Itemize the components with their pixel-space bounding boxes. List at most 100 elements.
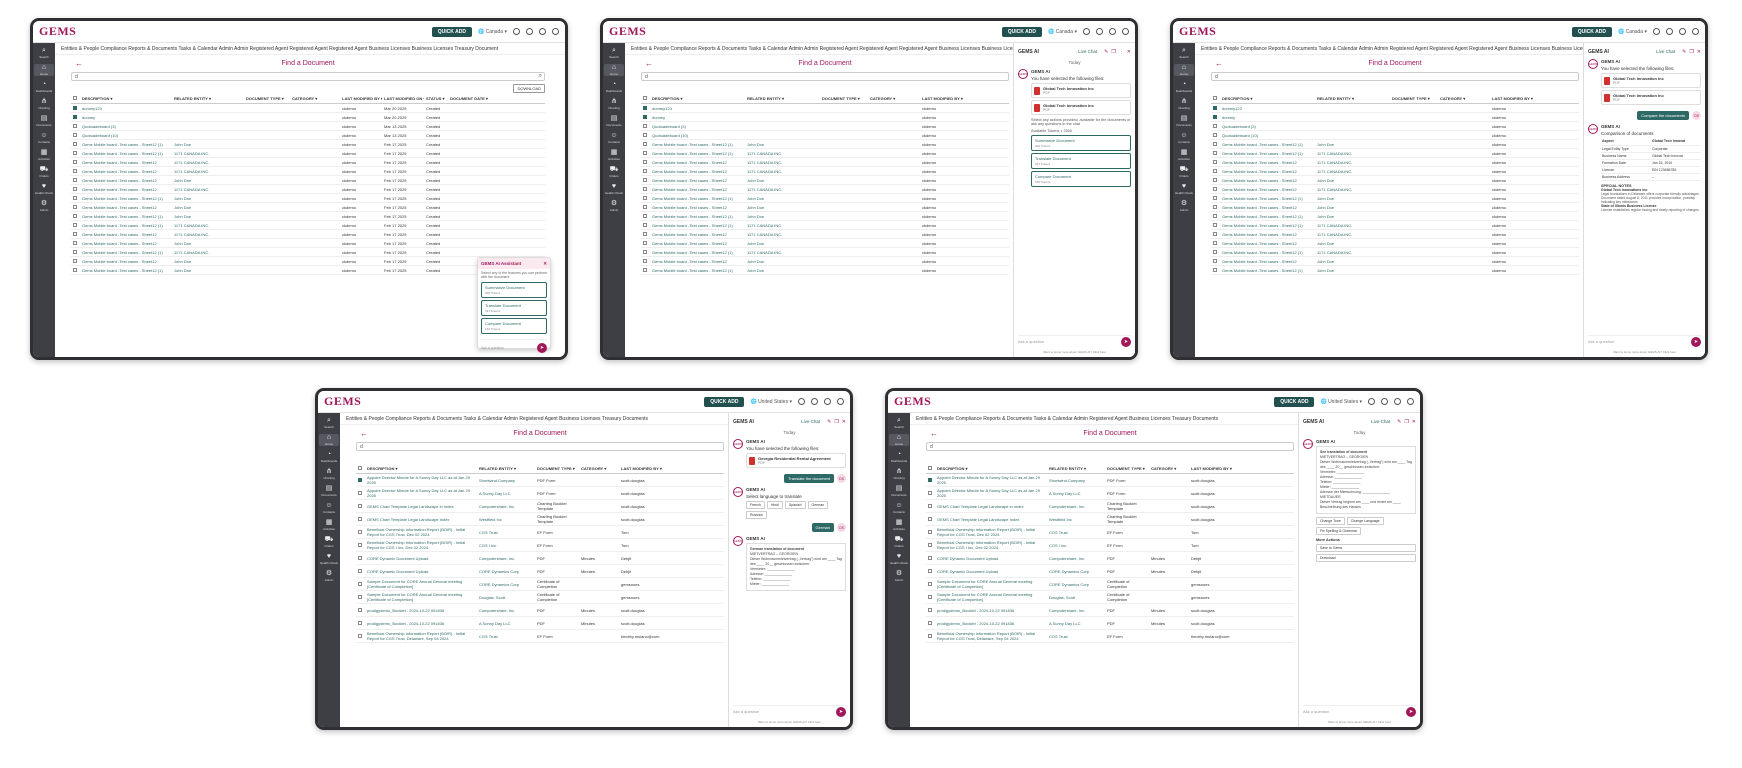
description-cell[interactable]: Gems Mobile board -Test cases - Sheet12 (650, 256, 745, 266)
sidebar-item-search[interactable]: ⌕ Search (1174, 47, 1194, 59)
bell-icon[interactable] (1381, 398, 1388, 405)
description-cell[interactable]: CORE Dynamic Document Upload (365, 564, 477, 578)
sidebar-item-charting[interactable]: ⋔ Charting (34, 98, 54, 110)
row-checkbox[interactable] (643, 159, 647, 164)
entity-cell[interactable]: John Doe (745, 211, 820, 221)
entity-cell[interactable]: John Doe (1315, 175, 1390, 185)
description-cell[interactable]: prodigydemo_Booklet - 2024-10-22 091836 (365, 603, 477, 617)
row-select[interactable] (356, 551, 365, 565)
bell-icon[interactable] (1096, 28, 1103, 35)
row-select[interactable] (71, 166, 80, 176)
entity-cell[interactable]: 1171 CANADA INC. (745, 166, 820, 176)
search-input[interactable]: d (926, 442, 1294, 451)
sidebar-item-charting[interactable]: ⋔ Charting (889, 468, 909, 480)
table-row[interactable]: Quotuadeboard (3) ckdemo (1211, 121, 1579, 131)
col-related-entity[interactable]: RELATED ENTITY ▾ (745, 94, 820, 104)
row-checkbox[interactable] (643, 150, 647, 155)
row-checkbox[interactable] (1213, 150, 1217, 155)
back-arrow-icon[interactable]: ← (1215, 59, 1223, 68)
table-row[interactable]: Sample Document for CORE Annual General … (356, 577, 724, 591)
row-select[interactable] (641, 121, 650, 131)
entity-cell[interactable]: John Doe (1315, 265, 1390, 275)
file-card[interactable]: Global Tech Innovation Inc PDF (1031, 100, 1131, 115)
entity-cell[interactable]: John Doe (745, 265, 820, 275)
row-checkbox[interactable] (643, 132, 647, 137)
row-checkbox[interactable] (643, 267, 647, 272)
table-row[interactable]: Gems Mobile board -Test cases - Sheet12 1… (71, 229, 545, 239)
entity-cell[interactable]: John Doe (1315, 139, 1390, 149)
row-checkbox[interactable] (1213, 186, 1217, 191)
description-cell[interactable]: Gems Mobile board -Test cases - Sheet12 … (650, 220, 745, 230)
col-description[interactable]: DESCRIPTION ▾ (365, 464, 477, 474)
row-checkbox[interactable] (358, 620, 362, 625)
row-checkbox[interactable] (928, 581, 932, 586)
entity-cell[interactable]: 1171 CANADA INC. (172, 148, 244, 158)
description-cell[interactable]: Gems Mobile board -Test cases - Sheet12 … (1220, 193, 1315, 203)
close-icon[interactable]: ✕ (842, 419, 846, 425)
send-icon[interactable]: ➤ (1121, 336, 1131, 347)
row-checkbox[interactable] (643, 195, 647, 200)
sidebar-item-orders[interactable]: ⛟ Orders (1174, 166, 1194, 178)
gems-logo[interactable]: GEMS (39, 24, 76, 39)
entity-cell[interactable]: A Sunny Day LLC (477, 616, 535, 630)
description-cell[interactable]: Gems Mobile board -Test cases - Sheet12 (650, 166, 745, 176)
row-select[interactable] (71, 238, 80, 248)
translate-document-button[interactable]: Translate the document (784, 474, 834, 483)
main-nav[interactable]: Entities & People Compliance Reports & D… (910, 413, 1298, 425)
row-select[interactable] (926, 616, 935, 630)
table-row[interactable]: Gems Mobile board -Test cases - Sheet12 … (71, 265, 545, 275)
description-cell[interactable]: Appoint Director Minute for A Sunny Day … (935, 473, 1047, 487)
col-last-modified-by[interactable]: LAST MODIFIED BY ▾ (340, 94, 382, 104)
col-description[interactable]: DESCRIPTION ▾ (650, 94, 745, 104)
row-checkbox[interactable] (358, 503, 362, 508)
download-button[interactable]: DOWNLOAD (513, 84, 545, 93)
row-checkbox[interactable] (358, 594, 362, 599)
sidebar-item-orders[interactable]: ⛟ Orders (604, 166, 624, 178)
row-checkbox[interactable] (73, 195, 77, 200)
description-cell[interactable]: Gems Mobile board -Test cases - Sheet12 (1220, 184, 1315, 194)
table-row[interactable]: Gems Mobile board -Test cases - Sheet12 … (641, 139, 1009, 149)
entity-cell[interactable]: 1171 CANADA INC. (1315, 220, 1390, 230)
entity-cell[interactable]: CGS I Inc (477, 538, 535, 552)
chat-input[interactable]: Ask a question ➤ (1303, 705, 1416, 717)
col-related-entity[interactable]: RELATED ENTITY ▾ (477, 464, 535, 474)
row-checkbox[interactable] (643, 231, 647, 236)
row-checkbox[interactable] (73, 150, 77, 155)
language-french[interactable]: French (746, 501, 765, 509)
region-selector[interactable]: 🌐 United States ▾ (750, 399, 792, 405)
change-tone-button[interactable]: Change Tone (1316, 517, 1345, 525)
table-row[interactable]: Gems Mobile board -Test cases - Sheet12 1… (641, 184, 1009, 194)
table-row[interactable]: GEMS Chart Template Legal Landscape in I… (926, 499, 1294, 513)
entity-cell[interactable]: 1171 CANADA INC. (172, 184, 244, 194)
row-select[interactable] (641, 112, 650, 122)
row-select[interactable] (926, 629, 935, 643)
entity-cell[interactable]: John Doe (745, 139, 820, 149)
description-cell[interactable]: Gems Mobile board -Test cases - Sheet12 … (1220, 265, 1315, 275)
row-select[interactable] (926, 512, 935, 526)
language-hindi[interactable]: Hindi (766, 501, 783, 509)
row-checkbox[interactable] (73, 258, 77, 263)
row-select[interactable] (641, 157, 650, 167)
row-select[interactable] (71, 220, 80, 230)
description-cell[interactable]: Gems Mobile board -Test cases - Sheet12 (650, 175, 745, 185)
sidebar-item-orders[interactable]: ⛟ Orders (319, 536, 339, 548)
main-nav[interactable]: Entities & People Compliance Reports & D… (625, 43, 1013, 55)
gems-logo[interactable]: GEMS (324, 394, 361, 409)
entity-cell[interactable]: CORE Dynamics Corp (1047, 564, 1105, 578)
description-cell[interactable]: Gems Mobile board -Test cases - Sheet12 (80, 184, 172, 194)
row-select[interactable] (641, 229, 650, 239)
entity-cell[interactable]: 1171 CANADA INC. (745, 247, 820, 257)
select-all-header[interactable] (71, 94, 80, 104)
row-select[interactable] (641, 202, 650, 212)
row-checkbox[interactable] (928, 503, 932, 508)
table-row[interactable]: CORE Dynamic Document Upload CORE Dynamic… (356, 564, 724, 578)
row-checkbox[interactable] (1213, 105, 1217, 110)
description-cell[interactable]: Beneficial Ownership Information Report … (935, 525, 1047, 539)
translate-option[interactable]: Translate Document 337 Tokens (481, 300, 547, 316)
entity-cell[interactable] (1315, 103, 1390, 113)
entity-cell[interactable] (745, 112, 820, 122)
help-icon[interactable] (539, 28, 546, 35)
description-cell[interactable]: Gems Mobile board -Test cases - Sheet12 (80, 256, 172, 266)
row-select[interactable] (71, 121, 80, 131)
row-select[interactable] (356, 512, 365, 526)
